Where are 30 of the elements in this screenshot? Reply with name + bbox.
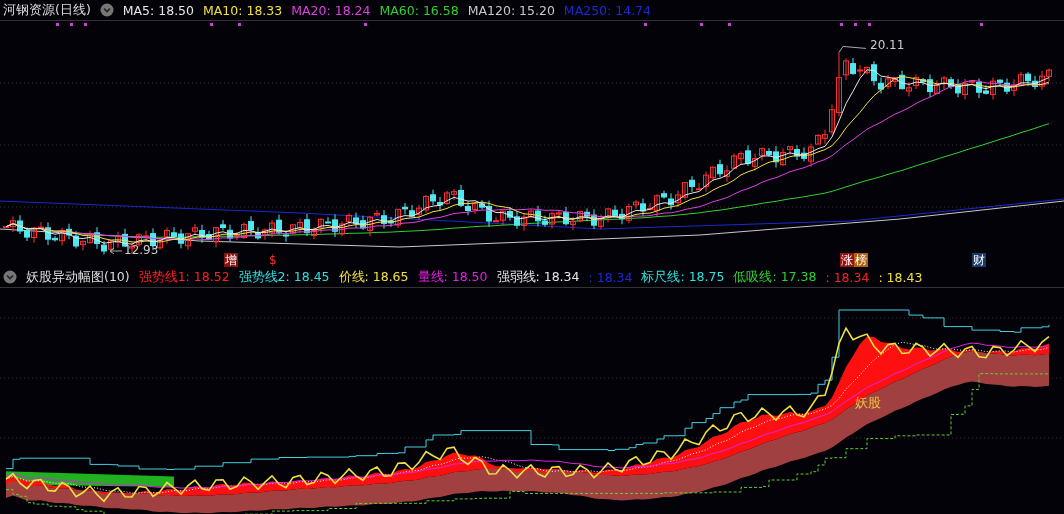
- signal-marker: 涨: [840, 253, 854, 267]
- indicator-value: 强势线2: 18.45: [238, 268, 330, 286]
- indicator-value: : 18.34: [588, 269, 633, 285]
- chevron-down-icon[interactable]: [3, 270, 17, 284]
- low-price-label: 12.93: [124, 243, 159, 257]
- indicator-value: 低吸线: 17.38: [733, 268, 817, 286]
- chevron-down-icon[interactable]: [99, 3, 114, 17]
- panel-title: 河钢资源(日线): [3, 1, 91, 19]
- indicator-value: MA5: 18.50: [122, 2, 195, 18]
- indicator-value: 价线: 18.65: [338, 268, 409, 286]
- high-price-label: 20.11: [870, 38, 905, 53]
- indicator-value: : 18.34: [825, 269, 870, 285]
- indicator-value: 标尺线: 18.75: [641, 268, 725, 286]
- indicator-value: 强弱线: 18.34: [496, 268, 580, 286]
- signal-marker: 财: [972, 253, 986, 267]
- indicator-value: MA60: 16.58: [379, 2, 459, 18]
- indicator-value: 量线: 18.50: [417, 268, 488, 286]
- indicator-value: MA250: 14.74: [563, 2, 652, 18]
- indicator-value: MA120: 15.20: [467, 2, 555, 18]
- leader-line: [838, 45, 867, 53]
- signal-marker: 增: [224, 253, 238, 267]
- indicator-value: : 18.43: [878, 269, 923, 285]
- annotation-label: 妖股: [855, 394, 881, 412]
- signal-marker: $: [268, 253, 278, 267]
- indicator-value: 强势线1: 18.52: [138, 268, 230, 286]
- signal-marker: 榜: [854, 253, 868, 267]
- panel-title: 妖股异动幅图(10): [26, 268, 130, 286]
- indicator-value: MA20: 18.24: [291, 2, 371, 18]
- indicator-value: MA10: 18.33: [203, 2, 283, 18]
- arrow-icon: [109, 247, 123, 255]
